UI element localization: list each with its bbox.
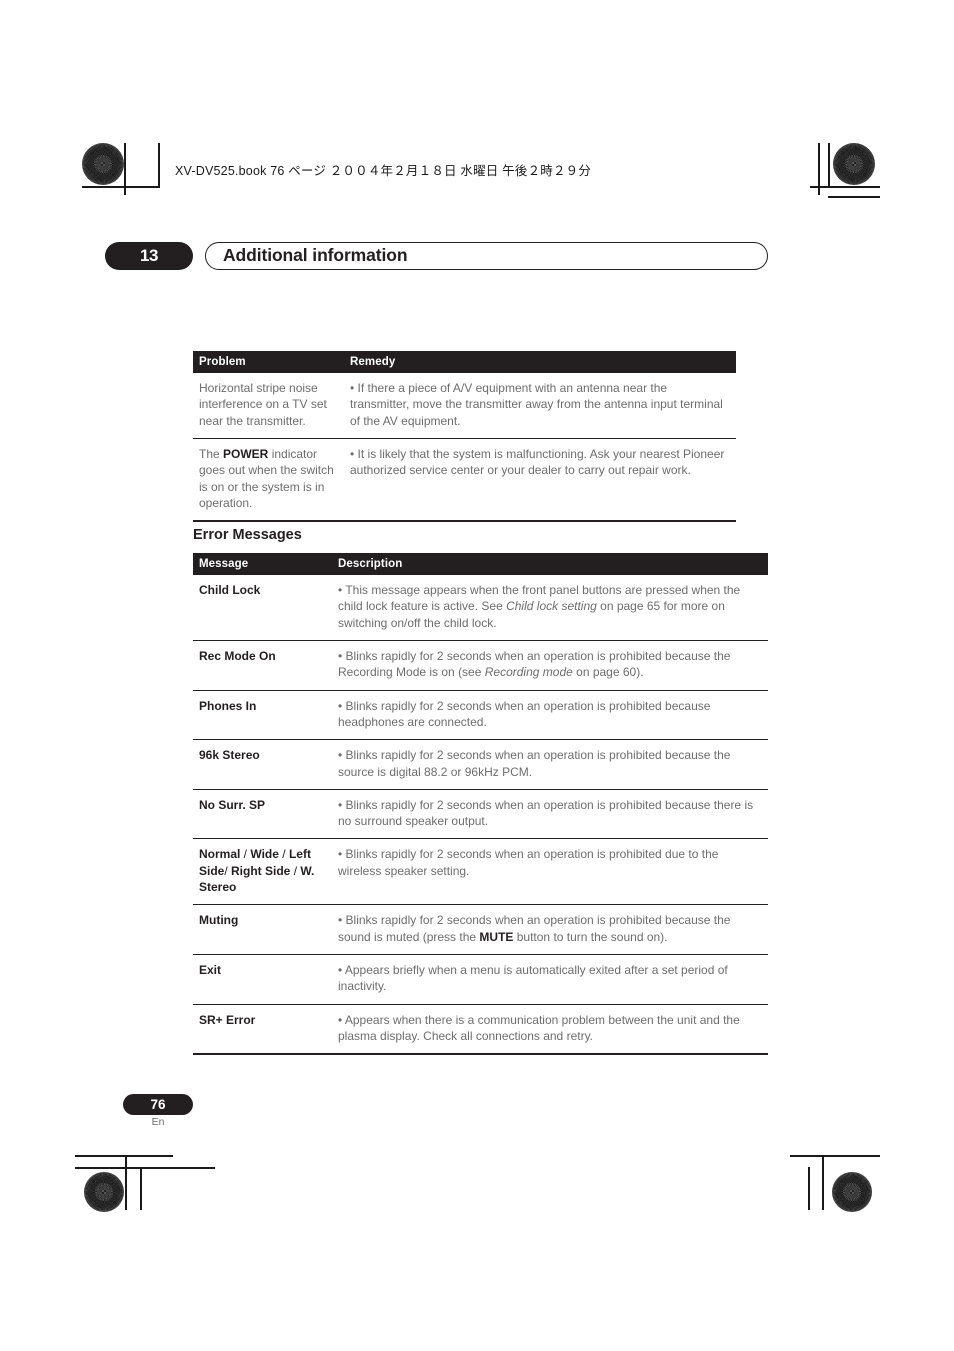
registration-mark-top-right-outer xyxy=(775,157,801,183)
page-number-badge: 76 xyxy=(123,1094,193,1115)
table-row: Horizontal stripe noise interference on … xyxy=(193,373,736,438)
desc-text: • Blinks rapidly for 2 seconds when an o… xyxy=(338,847,719,878)
table-header-row: Problem Remedy xyxy=(193,351,736,373)
mode-sep-4: / xyxy=(290,863,301,878)
mode-sep-3: / xyxy=(224,863,232,878)
table-bottom-rule xyxy=(193,520,736,524)
cell-description: • Blinks rapidly for 2 seconds when an o… xyxy=(332,838,768,905)
cell-description: • Appears briefly when a menu is automat… xyxy=(332,954,768,1005)
registration-mark-left-upper xyxy=(98,205,124,231)
crop-line-top-left-v2 xyxy=(158,143,160,187)
error-messages-table: Message Description Child Lock • This me… xyxy=(193,553,768,1057)
crop-line-bottom-right-h xyxy=(790,1155,880,1157)
crop-line-bottom-left-h xyxy=(75,1155,173,1157)
cell-description: • Blinks rapidly for 2 seconds when an o… xyxy=(332,689,768,740)
column-header-description: Description xyxy=(332,553,768,575)
desc-text-tail: on page 60). xyxy=(572,665,644,680)
cell-description: • Blinks rapidly for 2 seconds when an o… xyxy=(332,739,768,790)
registration-mark-right-mid xyxy=(828,662,854,688)
cell-message: SR+ Error xyxy=(193,1003,332,1055)
crop-line-top-right-v xyxy=(818,143,820,195)
chapter-number-badge: 13 xyxy=(105,242,193,270)
power-indicator-term: POWER xyxy=(223,446,269,461)
error-messages-heading: Error Messages xyxy=(193,527,302,543)
cell-problem-prefix: The xyxy=(199,446,224,461)
table-bottom-rule xyxy=(193,1053,768,1057)
table-row: No Surr. SP • Blinks rapidly for 2 secon… xyxy=(193,788,768,839)
registration-mark-right-upper xyxy=(828,205,854,231)
table-row: Phones In • Blinks rapidly for 2 seconds… xyxy=(193,689,768,740)
cell-problem: Horizontal stripe noise interference on … xyxy=(199,381,327,428)
density-patch-top-left xyxy=(82,143,124,185)
density-patch-bottom-right xyxy=(832,1172,872,1212)
desc-text: • Appears briefly when a menu is automat… xyxy=(338,963,728,994)
table-row: Rec Mode On • Blinks rapidly for 2 secon… xyxy=(193,639,768,691)
registration-mark-bottom-left xyxy=(152,1170,178,1196)
cell-message: Exit xyxy=(193,954,332,1005)
registration-mark-top-right-lower xyxy=(832,202,858,228)
registration-mark-left-mid xyxy=(98,662,124,688)
table-row: SR+ Error • Appears when there is a comm… xyxy=(193,1003,768,1055)
cell-message: Child Lock xyxy=(199,583,261,597)
crop-line-top-right-h xyxy=(810,186,880,188)
crop-line-top-right-h2 xyxy=(828,196,880,198)
crop-line-bottom-left-v xyxy=(125,1155,127,1210)
cell-problem: The POWER indicator goes out when the sw… xyxy=(193,437,344,522)
chapter-banner: 13 Additional information xyxy=(105,242,768,270)
mode-sep-2: / xyxy=(278,847,289,862)
desc-text-tail: button to turn the sound on). xyxy=(513,929,668,944)
cell-message: Rec Mode On xyxy=(193,639,332,691)
column-header-problem: Problem xyxy=(193,351,344,373)
registration-mark-left-lower xyxy=(98,1120,124,1146)
registration-mark-right-lower xyxy=(828,1120,854,1146)
table-row: The POWER indicator goes out when the sw… xyxy=(193,437,736,522)
crop-line-bottom-left-h2 xyxy=(75,1167,215,1169)
crop-line-top-left-h xyxy=(82,186,160,188)
mode-normal: Normal xyxy=(199,847,241,862)
cell-message: No Surr. SP xyxy=(193,788,332,839)
cell-message-modes: Normal / Wide / Left Side/ Right Side / … xyxy=(193,838,332,905)
cell-description: • This message appears when the front pa… xyxy=(332,575,768,640)
table-header-row: Message Description xyxy=(193,553,768,575)
desc-text: • Appears when there is a communication … xyxy=(338,1012,740,1043)
cell-remedy: • It is likely that the system is malfun… xyxy=(344,437,736,522)
cell-message: 96k Stereo xyxy=(193,739,332,790)
mode-right-side: Right Side xyxy=(231,863,291,878)
column-header-remedy: Remedy xyxy=(344,351,736,373)
print-header-text: XV-DV525.book 76 ページ ２００４年２月１８日 水曜日 午後２時… xyxy=(175,164,592,178)
desc-text: • Blinks rapidly for 2 seconds when an o… xyxy=(338,748,731,779)
cell-description: • Blinks rapidly for 2 seconds when an o… xyxy=(332,788,768,839)
table-row: Normal / Wide / Left Side/ Right Side / … xyxy=(193,838,768,905)
desc-text: • Blinks rapidly for 2 seconds when an o… xyxy=(338,797,754,829)
crop-line-top-right-v2 xyxy=(828,143,830,187)
mute-button-term: MUTE xyxy=(479,929,514,944)
cell-message: Phones In xyxy=(193,689,332,740)
mode-wide: Wide xyxy=(250,847,279,862)
mode-sep-1: / xyxy=(240,847,251,862)
troubleshooting-table: Problem Remedy Horizontal stripe noise i… xyxy=(193,351,736,524)
cell-description: • Appears when there is a communication … xyxy=(332,1003,768,1055)
crop-line-bottom-left-v2 xyxy=(140,1167,142,1210)
cell-description: • Blinks rapidly for 2 seconds when an o… xyxy=(332,639,768,691)
table-row: 96k Stereo • Blinks rapidly for 2 second… xyxy=(193,739,768,790)
cell-description: • Blinks rapidly for 2 seconds when an o… xyxy=(332,904,768,955)
cross-reference-italic: Recording mode xyxy=(484,665,573,680)
desc-text: • Blinks rapidly for 2 seconds when an o… xyxy=(338,698,711,729)
table-row: Muting • Blinks rapidly for 2 seconds wh… xyxy=(193,904,768,955)
density-patch-bottom-left xyxy=(84,1172,124,1212)
registration-mark-bottom-center xyxy=(464,1170,490,1196)
registration-mark-bottom-right xyxy=(776,1170,802,1196)
column-header-message: Message xyxy=(193,553,332,575)
page-language-label: En xyxy=(151,1116,165,1128)
crop-line-bottom-right-v xyxy=(822,1155,824,1210)
crop-line-top-left-v xyxy=(124,143,126,195)
crop-line-bottom-right-v2 xyxy=(808,1167,810,1210)
page-title: Additional information xyxy=(223,245,408,265)
cell-remedy: • If there a piece of A/V equipment with… xyxy=(350,381,723,428)
density-patch-top-right xyxy=(833,143,875,185)
cross-reference-italic: Child lock setting xyxy=(506,599,597,614)
table-row: Child Lock • This message appears when t… xyxy=(193,575,768,640)
table-row: Exit • Appears briefly when a menu is au… xyxy=(193,954,768,1005)
cell-message: Muting xyxy=(193,904,332,955)
